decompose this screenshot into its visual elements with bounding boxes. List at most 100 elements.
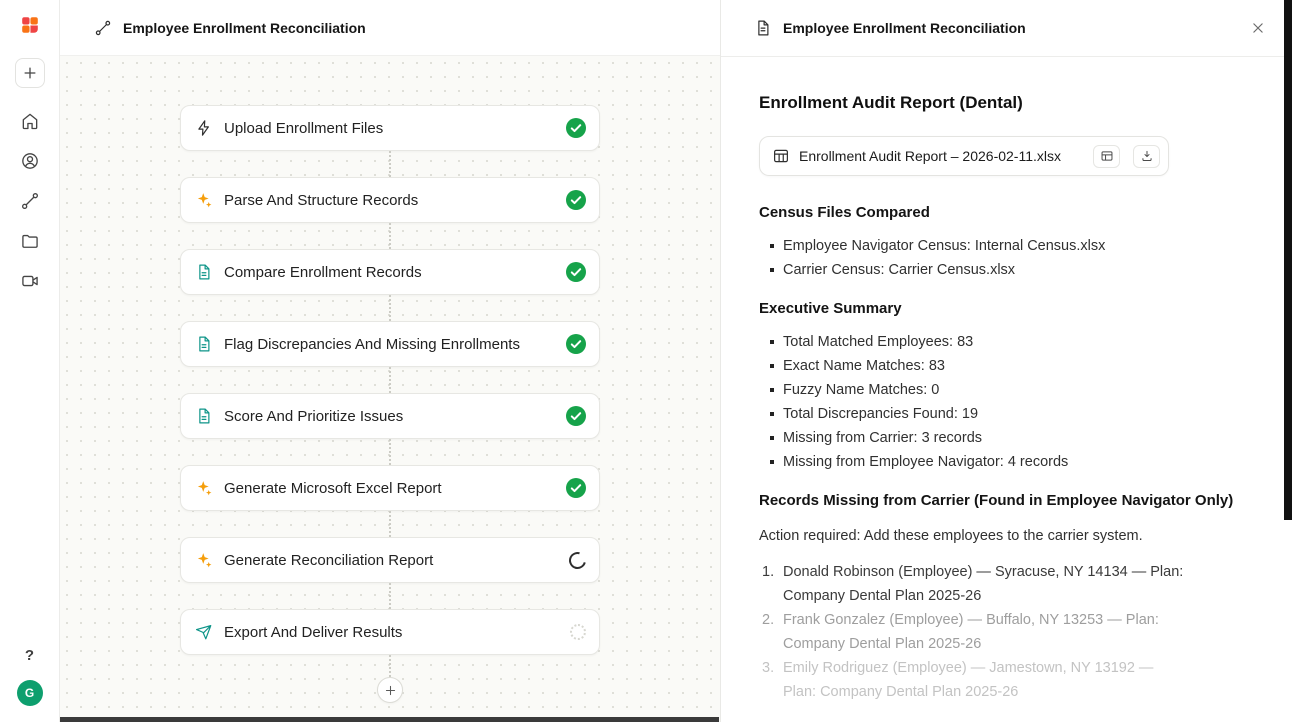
step-card-export-results[interactable]: Export And Deliver Results bbox=[180, 609, 600, 655]
rail-nav bbox=[15, 106, 45, 296]
status-done-icon bbox=[566, 478, 586, 498]
canvas-header: Employee Enrollment Reconciliation bbox=[60, 0, 720, 56]
sidebar-item-recordings[interactable] bbox=[15, 266, 45, 296]
sidebar-item-workflows[interactable] bbox=[15, 186, 45, 216]
icon-rail: ? G bbox=[0, 0, 60, 722]
folder-icon bbox=[20, 231, 40, 251]
download-file-button[interactable] bbox=[1133, 145, 1160, 168]
summary-list: Total Matched Employees: 83 Exact Name M… bbox=[759, 330, 1258, 474]
download-icon bbox=[1140, 149, 1154, 163]
list-item: Carrier Census: Carrier Census.xlsx bbox=[759, 258, 1258, 282]
user-avatar[interactable]: G bbox=[17, 680, 43, 706]
list-item: Missing from Employee Navigator: 4 recor… bbox=[759, 450, 1258, 474]
report-heading: Enrollment Audit Report (Dental) bbox=[759, 91, 1258, 115]
file-icon bbox=[195, 335, 213, 353]
list-item: Employee Navigator Census: Internal Cens… bbox=[759, 234, 1258, 258]
step-connector bbox=[389, 151, 391, 177]
file-name: Enrollment Audit Report – 2026-02-11.xls… bbox=[799, 144, 1084, 168]
step-connector bbox=[389, 367, 391, 393]
sparkles-icon bbox=[195, 551, 213, 569]
step-label: Parse And Structure Records bbox=[224, 192, 555, 209]
panel-header: Employee Enrollment Reconciliation bbox=[721, 0, 1292, 57]
step-connector bbox=[389, 223, 391, 249]
section-heading-missing-records: Records Missing from Carrier (Found in E… bbox=[759, 490, 1258, 512]
new-workflow-button[interactable] bbox=[15, 58, 45, 88]
list-item: Exact Name Matches: 83 bbox=[759, 354, 1258, 378]
file-icon bbox=[195, 407, 213, 425]
list-item: Missing from Carrier: 3 records bbox=[759, 426, 1258, 450]
record-item: Frank Gonzalez (Employee) — Buffalo, NY … bbox=[759, 608, 1188, 656]
step-label: Export And Deliver Results bbox=[224, 624, 559, 641]
status-running-spinner bbox=[566, 548, 589, 571]
file-icon bbox=[195, 263, 213, 281]
step-label: Flag Discrepancies And Missing Enrollmen… bbox=[224, 336, 555, 353]
spreadsheet-icon bbox=[772, 147, 790, 165]
section-heading-summary: Executive Summary bbox=[759, 298, 1258, 320]
avatar-initial: G bbox=[25, 686, 34, 700]
step-connector bbox=[389, 655, 391, 677]
step-label: Score And Prioritize Issues bbox=[224, 408, 555, 425]
step-card-flag-discrepancies[interactable]: Flag Discrepancies And Missing Enrollmen… bbox=[180, 321, 600, 367]
step-card-generate-reconciliation-report[interactable]: Generate Reconciliation Report bbox=[180, 537, 600, 583]
sidebar-item-home[interactable] bbox=[15, 106, 45, 136]
status-done-icon bbox=[566, 190, 586, 210]
step-card-upload-enrollment-files[interactable]: Upload Enrollment Files bbox=[180, 105, 600, 151]
question-icon: ? bbox=[25, 647, 34, 664]
close-panel-button[interactable] bbox=[1244, 14, 1272, 42]
step-card-parse-records[interactable]: Parse And Structure Records bbox=[180, 177, 600, 223]
workflow-title: Employee Enrollment Reconciliation bbox=[123, 20, 366, 36]
sparkles-icon bbox=[195, 479, 213, 497]
workflow-canvas: Employee Enrollment Reconciliation Uploa… bbox=[60, 0, 720, 722]
help-button[interactable]: ? bbox=[17, 642, 43, 668]
close-icon bbox=[1249, 19, 1267, 37]
status-done-icon bbox=[566, 118, 586, 138]
status-done-icon bbox=[566, 262, 586, 282]
video-icon bbox=[20, 271, 40, 291]
vertical-scrollbar[interactable] bbox=[1284, 0, 1292, 520]
report-body: Enrollment Audit Report (Dental) Enrollm… bbox=[721, 57, 1292, 722]
report-file-attachment[interactable]: Enrollment Audit Report – 2026-02-11.xls… bbox=[759, 136, 1169, 176]
step-connector bbox=[389, 295, 391, 321]
users-icon bbox=[20, 151, 40, 171]
step-label: Generate Reconciliation Report bbox=[224, 552, 558, 569]
list-item: Total Matched Employees: 83 bbox=[759, 330, 1258, 354]
step-connector bbox=[389, 583, 391, 609]
status-done-icon bbox=[566, 334, 586, 354]
sparkles-icon bbox=[195, 191, 213, 209]
step-card-compare-records[interactable]: Compare Enrollment Records bbox=[180, 249, 600, 295]
lightning-icon bbox=[195, 119, 213, 137]
app-logo bbox=[19, 14, 41, 36]
step-card-generate-excel-report[interactable]: Generate Microsoft Excel Report bbox=[180, 465, 600, 511]
step-label: Compare Enrollment Records bbox=[224, 264, 555, 281]
workflow-icon bbox=[20, 191, 40, 211]
missing-records-list: Donald Robinson (Employee) — Syracuse, N… bbox=[759, 560, 1188, 704]
view-table-button[interactable] bbox=[1093, 145, 1120, 168]
report-icon bbox=[754, 19, 772, 37]
step-card-score-issues[interactable]: Score And Prioritize Issues bbox=[180, 393, 600, 439]
status-pending-spinner bbox=[570, 624, 586, 640]
list-item: Total Discrepancies Found: 19 bbox=[759, 402, 1258, 426]
list-item: Fuzzy Name Matches: 0 bbox=[759, 378, 1258, 402]
add-step-button[interactable] bbox=[377, 677, 403, 703]
send-icon bbox=[195, 623, 213, 641]
action-required-text: Action required: Add these employees to … bbox=[759, 524, 1258, 548]
record-item: Donald Robinson (Employee) — Syracuse, N… bbox=[759, 560, 1188, 608]
step-label: Upload Enrollment Files bbox=[224, 120, 555, 137]
workflow-icon bbox=[94, 19, 112, 37]
home-icon bbox=[20, 111, 40, 131]
workflow-steps: Upload Enrollment Files Parse And Struct… bbox=[60, 56, 720, 722]
table-view-icon bbox=[1100, 149, 1114, 163]
app-window: ? G Employee Enrollment Reconciliation U… bbox=[0, 0, 1292, 722]
horizontal-scrollbar[interactable] bbox=[60, 717, 719, 722]
section-heading-census: Census Files Compared bbox=[759, 202, 1258, 224]
sidebar-item-users[interactable] bbox=[15, 146, 45, 176]
status-done-icon bbox=[566, 406, 586, 426]
sidebar-item-files[interactable] bbox=[15, 226, 45, 256]
record-item: Emily Rodriguez (Employee) — Jamestown, … bbox=[759, 656, 1188, 704]
census-list: Employee Navigator Census: Internal Cens… bbox=[759, 234, 1258, 282]
step-connector bbox=[389, 439, 391, 465]
panel-title: Employee Enrollment Reconciliation bbox=[783, 20, 1233, 36]
step-connector bbox=[389, 511, 391, 537]
step-label: Generate Microsoft Excel Report bbox=[224, 480, 555, 497]
report-panel: Employee Enrollment Reconciliation Enrol… bbox=[720, 0, 1292, 722]
